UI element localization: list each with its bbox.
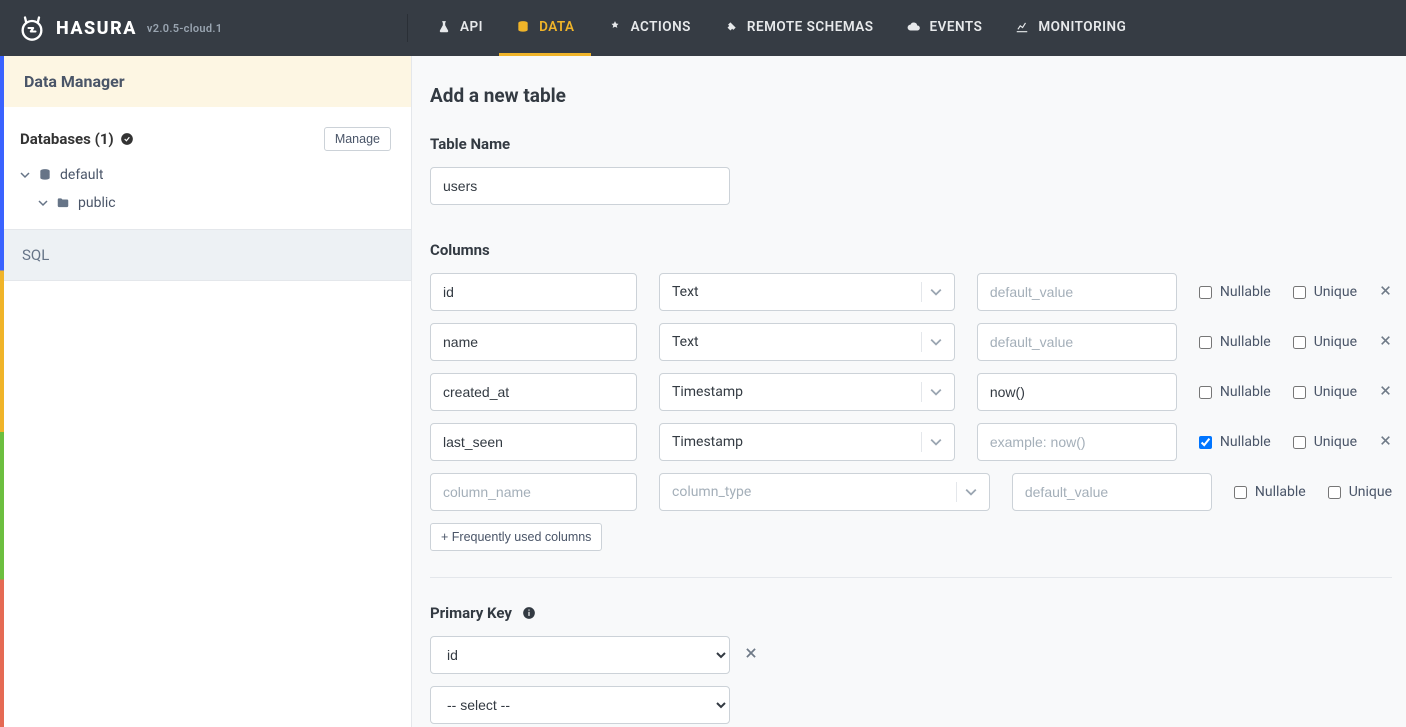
chevron-down-icon: [956, 482, 977, 502]
unique-checkbox[interactable]: [1293, 436, 1306, 449]
remove-column-icon[interactable]: [1379, 283, 1392, 301]
column-type-select[interactable]: Timestamp: [659, 423, 955, 461]
nullable-checkbox[interactable]: [1199, 386, 1212, 399]
column-type-select[interactable]: column_type: [659, 473, 990, 511]
sidebar-color-edge: [0, 56, 4, 727]
column-row: Text Nullable Unique: [430, 273, 1392, 311]
remove-column-icon[interactable]: [1379, 433, 1392, 451]
column-name-input[interactable]: [430, 373, 637, 411]
folder-icon: [56, 196, 70, 210]
column-default-input[interactable]: [1012, 473, 1212, 511]
column-type-select[interactable]: Text: [659, 273, 955, 311]
unique-checkbox[interactable]: [1328, 486, 1341, 499]
nullable-checkbox[interactable]: [1199, 436, 1212, 449]
column-default-input[interactable]: [977, 423, 1177, 461]
columns-label: Columns: [430, 241, 1392, 259]
nav-actions[interactable]: ACTIONS: [591, 0, 707, 56]
column-type-select[interactable]: Timestamp: [659, 373, 955, 411]
nullable-checkbox-group[interactable]: Nullable: [1199, 434, 1271, 450]
tree-item-default[interactable]: default: [20, 161, 391, 189]
column-type-select[interactable]: Text: [659, 323, 955, 361]
nullable-checkbox[interactable]: [1234, 486, 1247, 499]
chevron-down-icon: [38, 198, 48, 208]
chevron-down-icon: [921, 432, 942, 452]
nav-events[interactable]: EVENTS: [890, 0, 999, 56]
table-name-input[interactable]: [430, 167, 730, 205]
column-default-input[interactable]: [977, 373, 1177, 411]
chart-icon: [1014, 19, 1030, 35]
remove-column-icon[interactable]: [1379, 383, 1392, 401]
remove-pk-icon[interactable]: [744, 646, 758, 664]
nav-monitoring[interactable]: MONITORING: [998, 0, 1142, 56]
nullable-checkbox-group[interactable]: Nullable: [1234, 484, 1306, 500]
nullable-checkbox[interactable]: [1199, 336, 1212, 349]
nullable-checkbox[interactable]: [1199, 286, 1212, 299]
primary-key-select-1[interactable]: -- select --: [430, 686, 730, 724]
flask-icon: [436, 19, 452, 35]
cloud-icon: [906, 19, 922, 35]
table-name-label: Table Name: [430, 135, 1392, 153]
column-row: Timestamp Nullable Unique: [430, 373, 1392, 411]
unique-checkbox[interactable]: [1293, 286, 1306, 299]
sql-nav[interactable]: SQL: [0, 229, 411, 281]
column-row: Timestamp Nullable Unique: [430, 423, 1392, 461]
unique-checkbox-group[interactable]: Unique: [1293, 434, 1357, 450]
chevron-down-icon: [921, 282, 942, 302]
check-circle-icon: [120, 132, 134, 146]
column-name-input[interactable]: [430, 473, 637, 511]
manage-button[interactable]: Manage: [324, 127, 391, 151]
chevron-down-icon: [921, 382, 942, 402]
unique-checkbox[interactable]: [1293, 386, 1306, 399]
nav-remote-schemas[interactable]: REMOTE SCHEMAS: [707, 0, 890, 56]
chevron-down-icon: [921, 332, 942, 352]
database-icon: [515, 19, 531, 35]
hasura-logo-icon: [18, 14, 46, 42]
unique-checkbox-group[interactable]: Unique: [1293, 384, 1357, 400]
top-nav: API DATA ACTIONS REMOTE SCHEMAS EVENTS M…: [408, 0, 1142, 56]
brand-version: v2.0.5-cloud.1: [147, 22, 222, 35]
unique-checkbox[interactable]: [1293, 336, 1306, 349]
column-default-input[interactable]: [977, 273, 1177, 311]
column-name-input[interactable]: [430, 273, 637, 311]
unique-checkbox-group[interactable]: Unique: [1293, 334, 1357, 350]
nav-api[interactable]: API: [420, 0, 499, 56]
unique-checkbox-group[interactable]: Unique: [1293, 284, 1357, 300]
nullable-checkbox-group[interactable]: Nullable: [1199, 384, 1271, 400]
sidebar: Data Manager Databases (1) Manage defaul…: [0, 56, 412, 727]
column-row: Text Nullable Unique: [430, 323, 1392, 361]
nav-data[interactable]: DATA: [499, 0, 591, 56]
primary-key-label: Primary Key: [430, 604, 1392, 622]
remove-column-icon[interactable]: [1379, 333, 1392, 351]
page-title: Add a new table: [430, 84, 1392, 107]
column-name-input[interactable]: [430, 423, 637, 461]
databases-heading[interactable]: Databases (1): [20, 130, 134, 148]
actions-icon: [607, 19, 623, 35]
plug-icon: [723, 19, 739, 35]
brand-name: HASURA: [56, 18, 137, 39]
column-default-input[interactable]: [977, 323, 1177, 361]
column-row: column_type Nullable Unique: [430, 473, 1392, 511]
nullable-checkbox-group[interactable]: Nullable: [1199, 284, 1271, 300]
brand-area: HASURA v2.0.5-cloud.1: [0, 14, 408, 42]
info-icon[interactable]: [522, 606, 536, 620]
sidebar-title: Data Manager: [0, 56, 411, 107]
tree-item-public[interactable]: public: [20, 189, 391, 217]
nullable-checkbox-group[interactable]: Nullable: [1199, 334, 1271, 350]
database-icon: [38, 168, 52, 182]
column-name-input[interactable]: [430, 323, 637, 361]
frequently-used-columns-button[interactable]: + Frequently used columns: [430, 523, 602, 551]
unique-checkbox-group[interactable]: Unique: [1328, 484, 1392, 500]
primary-key-select-0[interactable]: id: [430, 636, 730, 674]
chevron-down-icon: [20, 170, 30, 180]
